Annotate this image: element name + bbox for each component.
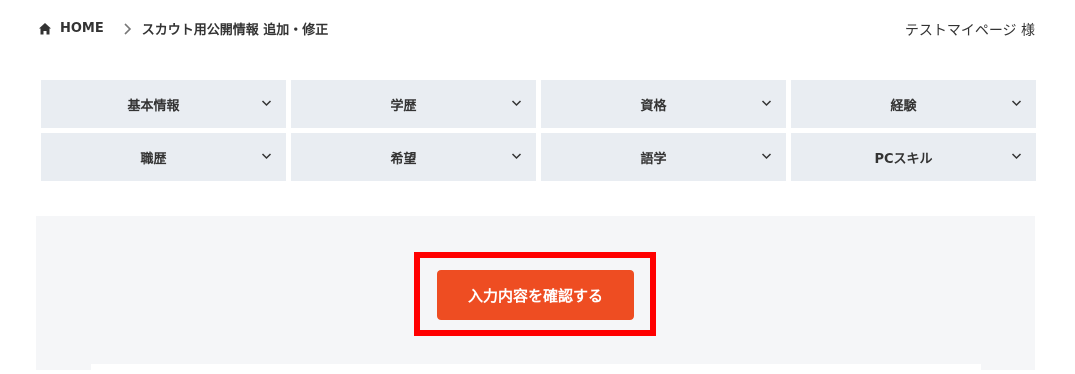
confirm-input-button[interactable]: 入力内容を確認する: [437, 270, 634, 320]
tab-label: 語学: [640, 151, 667, 167]
tab-experience[interactable]: 経験: [791, 80, 1036, 128]
form-content-panel: [91, 364, 981, 374]
tab-basic-info[interactable]: 基本情報: [41, 80, 286, 128]
breadcrumb-home-link[interactable]: HOME: [60, 21, 104, 36]
tab-pc-skills[interactable]: PCスキル: [791, 133, 1036, 181]
tab-qualifications[interactable]: 資格: [541, 80, 786, 128]
chevron-down-icon: [1011, 100, 1022, 107]
tab-label: 基本情報: [127, 98, 180, 114]
chevron-down-icon: [761, 100, 772, 107]
home-icon: [39, 22, 51, 34]
breadcrumb-current: スカウト用公開情報 追加・修正: [141, 23, 329, 38]
chevron-down-icon: [261, 100, 272, 107]
chevron-down-icon: [761, 153, 772, 160]
tab-preferences[interactable]: 希望: [291, 133, 536, 181]
tab-label: 希望: [390, 151, 417, 167]
tab-label: PCスキル: [874, 151, 933, 167]
chevron-down-icon: [511, 153, 522, 160]
tab-languages[interactable]: 語学: [541, 133, 786, 181]
tab-work-history[interactable]: 職歴: [41, 133, 286, 181]
top-bar: HOME スカウト用公開情報 追加・修正 テストマイページ 様: [0, 0, 1075, 56]
chevron-down-icon: [511, 100, 522, 107]
breadcrumb: HOME スカウト用公開情報 追加・修正: [38, 19, 328, 38]
chevron-right-icon: [124, 22, 131, 35]
chevron-down-icon: [261, 153, 272, 160]
chevron-down-icon: [1011, 153, 1022, 160]
tab-education[interactable]: 学歴: [291, 80, 536, 128]
tab-label: 職歴: [140, 151, 167, 167]
user-name: テストマイページ 様: [904, 23, 1035, 39]
tab-label: 資格: [640, 98, 667, 114]
tab-label: 学歴: [390, 98, 417, 114]
tab-label: 経験: [890, 98, 917, 114]
section-tabs: 基本情報 学歴 資格 経験 職歴 希望 語学 PCスキル: [41, 80, 1036, 181]
